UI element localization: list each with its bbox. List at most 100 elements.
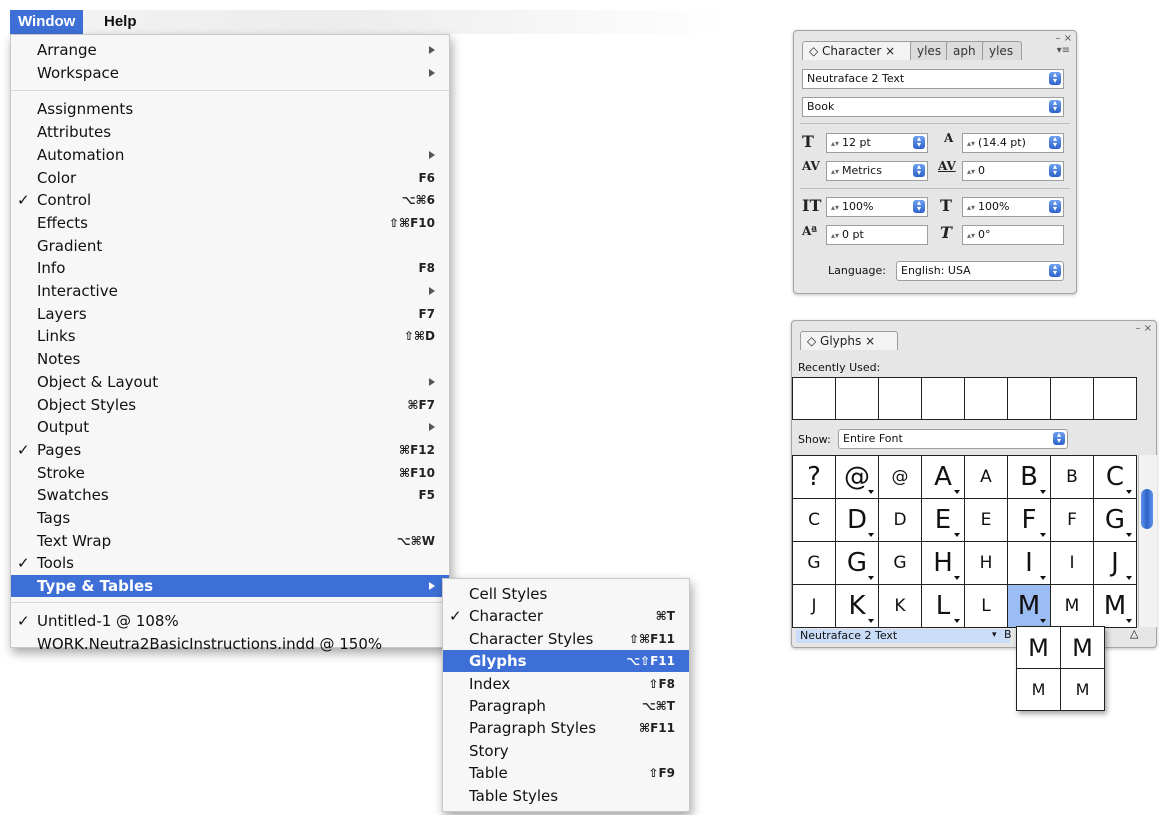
leading-dropdown-icon[interactable]: ▴ ▾ <box>1049 135 1061 149</box>
glyph-cell[interactable]: I <box>1051 542 1094 585</box>
glyph-cell[interactable]: G <box>793 542 836 585</box>
tracking-dropdown-icon[interactable]: ▴ ▾ <box>1049 163 1061 177</box>
recent-glyph-cell[interactable] <box>965 378 1008 420</box>
alternate-glyph-cell[interactable]: M <box>1017 669 1061 711</box>
menu-item-arrange[interactable]: Arrange <box>11 39 449 61</box>
glyph-cell[interactable]: L <box>922 585 965 628</box>
recent-glyph-cell[interactable] <box>836 378 879 420</box>
glyph-cell[interactable]: E <box>965 499 1008 542</box>
horizontal-scale-dropdown-icon[interactable]: ▴ ▾ <box>1049 199 1061 213</box>
menu-item-color[interactable]: Color F6 <box>11 167 449 189</box>
horizontal-scale-field[interactable]: ▴▾ 100% ▴ ▾ <box>962 197 1064 217</box>
glyph-cell[interactable]: H <box>965 542 1008 585</box>
panel-menu-icon[interactable]: ▾≡ <box>1057 45 1070 56</box>
glyph-cell[interactable]: @ <box>836 456 879 499</box>
font-size-field[interactable]: ▴▾ 12 pt ▴ ▾ <box>826 133 928 153</box>
glyph-cell[interactable]: J <box>793 585 836 628</box>
menu-help[interactable]: Help <box>96 10 145 34</box>
glyph-cell[interactable]: G <box>1094 499 1137 542</box>
menu-item-notes[interactable]: Notes <box>11 348 449 370</box>
menu-item-object-layout[interactable]: Object & Layout <box>11 371 449 393</box>
menu-item-swatches[interactable]: Swatches F5 <box>11 484 449 506</box>
menu-item-assignments[interactable]: Assignments <box>11 98 449 120</box>
submenu-item-character[interactable]: ✓ Character ⌘T <box>443 605 689 627</box>
glyph-cell[interactable]: L <box>965 585 1008 628</box>
menu-window[interactable]: Window <box>10 10 84 34</box>
menu-item-pages[interactable]: ✓ Pages ⌘F12 <box>11 439 449 461</box>
menu-item-document[interactable]: ✓ Untitled-1 @ 108% <box>11 610 449 632</box>
show-dropdown-icon[interactable]: ▴ ▾ <box>1053 431 1065 445</box>
menu-item-effects[interactable]: Effects ⇧⌘F10 <box>11 212 449 234</box>
vertical-scale-field[interactable]: ▴▾ 100% ▴ ▾ <box>826 197 928 217</box>
zoom-icon[interactable]: △ <box>1130 627 1138 640</box>
menu-item-tags[interactable]: Tags <box>11 507 449 529</box>
glyph-cell[interactable]: I <box>1008 542 1051 585</box>
glyph-cell[interactable]: C <box>793 499 836 542</box>
menu-item-attributes[interactable]: Attributes <box>11 121 449 143</box>
glyph-cell[interactable]: A <box>965 456 1008 499</box>
alternate-glyph-cell[interactable]: M <box>1017 627 1061 669</box>
glyph-cell[interactable]: J <box>1094 542 1137 585</box>
baseline-shift-field[interactable]: ▴▾ 0 pt <box>826 225 928 245</box>
font-style-field[interactable]: Book ▴ ▾ <box>802 97 1064 117</box>
glyph-cell[interactable]: B <box>1008 456 1051 499</box>
recent-glyph-cell[interactable] <box>879 378 922 420</box>
menu-item-links[interactable]: Links ⇧⌘D <box>11 325 449 347</box>
submenu-item-character-styles[interactable]: Character Styles ⇧⌘F11 <box>443 628 689 650</box>
glyph-cell[interactable]: G <box>879 542 922 585</box>
menu-item-stroke[interactable]: Stroke ⌘F10 <box>11 462 449 484</box>
submenu-item-story[interactable]: Story <box>443 740 689 762</box>
recent-glyph-cell[interactable] <box>1008 378 1051 420</box>
submenu-item-index[interactable]: Index ⇧F8 <box>443 673 689 695</box>
menu-item-workspace[interactable]: Workspace <box>11 62 449 84</box>
submenu-item-glyphs[interactable]: Glyphs ⌥⇧F11 <box>443 650 689 673</box>
glyph-cell[interactable]: ? <box>793 456 836 499</box>
vertical-scale-dropdown-icon[interactable]: ▴ ▾ <box>913 199 925 213</box>
menu-item-gradient[interactable]: Gradient <box>11 235 449 257</box>
alternate-glyph-cell[interactable]: M <box>1061 669 1105 711</box>
recent-glyph-cell[interactable] <box>793 378 836 420</box>
tab-glyphs[interactable]: ◇ Glyphs × <box>800 331 898 350</box>
tab-paragraph-styles[interactable]: yles <box>982 41 1022 60</box>
glyph-cell[interactable]: @ <box>879 456 922 499</box>
scroll-thumb[interactable] <box>1141 489 1153 529</box>
glyph-cell[interactable]: A <box>922 456 965 499</box>
font-style-dropdown-icon[interactable]: ▴ ▾ <box>1049 99 1061 113</box>
menu-item-document[interactable]: WORK.Neutra2BasicInstructions.indd @ 150… <box>11 633 449 655</box>
menu-item-tools[interactable]: ✓ Tools <box>11 552 449 574</box>
font-family-dropdown-icon[interactable]: ▴ ▾ <box>1049 71 1061 85</box>
menu-item-info[interactable]: Info F8 <box>11 257 449 279</box>
tab-character-styles[interactable]: yles <box>910 41 950 60</box>
glyph-cell[interactable]: M <box>1051 585 1094 628</box>
submenu-item-paragraph[interactable]: Paragraph ⌥⌘T <box>443 695 689 717</box>
menu-item-type-tables[interactable]: Type & Tables <box>11 575 449 598</box>
glyph-cell[interactable]: C <box>1094 456 1137 499</box>
recent-glyph-cell[interactable] <box>1051 378 1094 420</box>
glyph-cell[interactable]: F <box>1008 499 1051 542</box>
glyph-scrollbar[interactable] <box>1138 455 1157 627</box>
leading-field[interactable]: ▴▾ (14.4 pt) ▴ ▾ <box>962 133 1064 153</box>
glyph-cell[interactable]: D <box>879 499 922 542</box>
glyph-cell[interactable]: K <box>836 585 879 628</box>
kerning-dropdown-icon[interactable]: ▴ ▾ <box>913 163 925 177</box>
chevron-down-icon[interactable]: ▾ <box>992 630 997 640</box>
glyph-cell[interactable]: G <box>836 542 879 585</box>
panel-controls[interactable]: – × <box>1135 323 1152 334</box>
language-dropdown-icon[interactable]: ▴ ▾ <box>1049 263 1061 277</box>
submenu-item-paragraph-styles[interactable]: Paragraph Styles ⌘F11 <box>443 717 689 739</box>
glyph-cell[interactable]: M <box>1094 585 1137 628</box>
glyph-cell[interactable]: D <box>836 499 879 542</box>
menu-item-automation[interactable]: Automation <box>11 144 449 166</box>
glyph-font-field[interactable]: Neutraface 2 Text <box>796 629 1010 643</box>
font-size-dropdown-icon[interactable]: ▴ ▾ <box>913 135 925 149</box>
alternate-glyph-cell[interactable]: M <box>1061 627 1105 669</box>
menu-item-layers[interactable]: Layers F7 <box>11 303 449 325</box>
menu-item-text-wrap[interactable]: Text Wrap ⌥⌘W <box>11 530 449 552</box>
submenu-item-cell-styles[interactable]: Cell Styles <box>443 583 689 605</box>
glyph-cell[interactable]: B <box>1051 456 1094 499</box>
menu-item-control[interactable]: ✓ Control ⌥⌘6 <box>11 189 449 211</box>
recent-glyph-cell[interactable] <box>1094 378 1137 420</box>
tracking-field[interactable]: ▴▾ 0 ▴ ▾ <box>962 161 1064 181</box>
tab-character[interactable]: ◇ Character × <box>802 41 914 60</box>
glyph-cell[interactable]: F <box>1051 499 1094 542</box>
